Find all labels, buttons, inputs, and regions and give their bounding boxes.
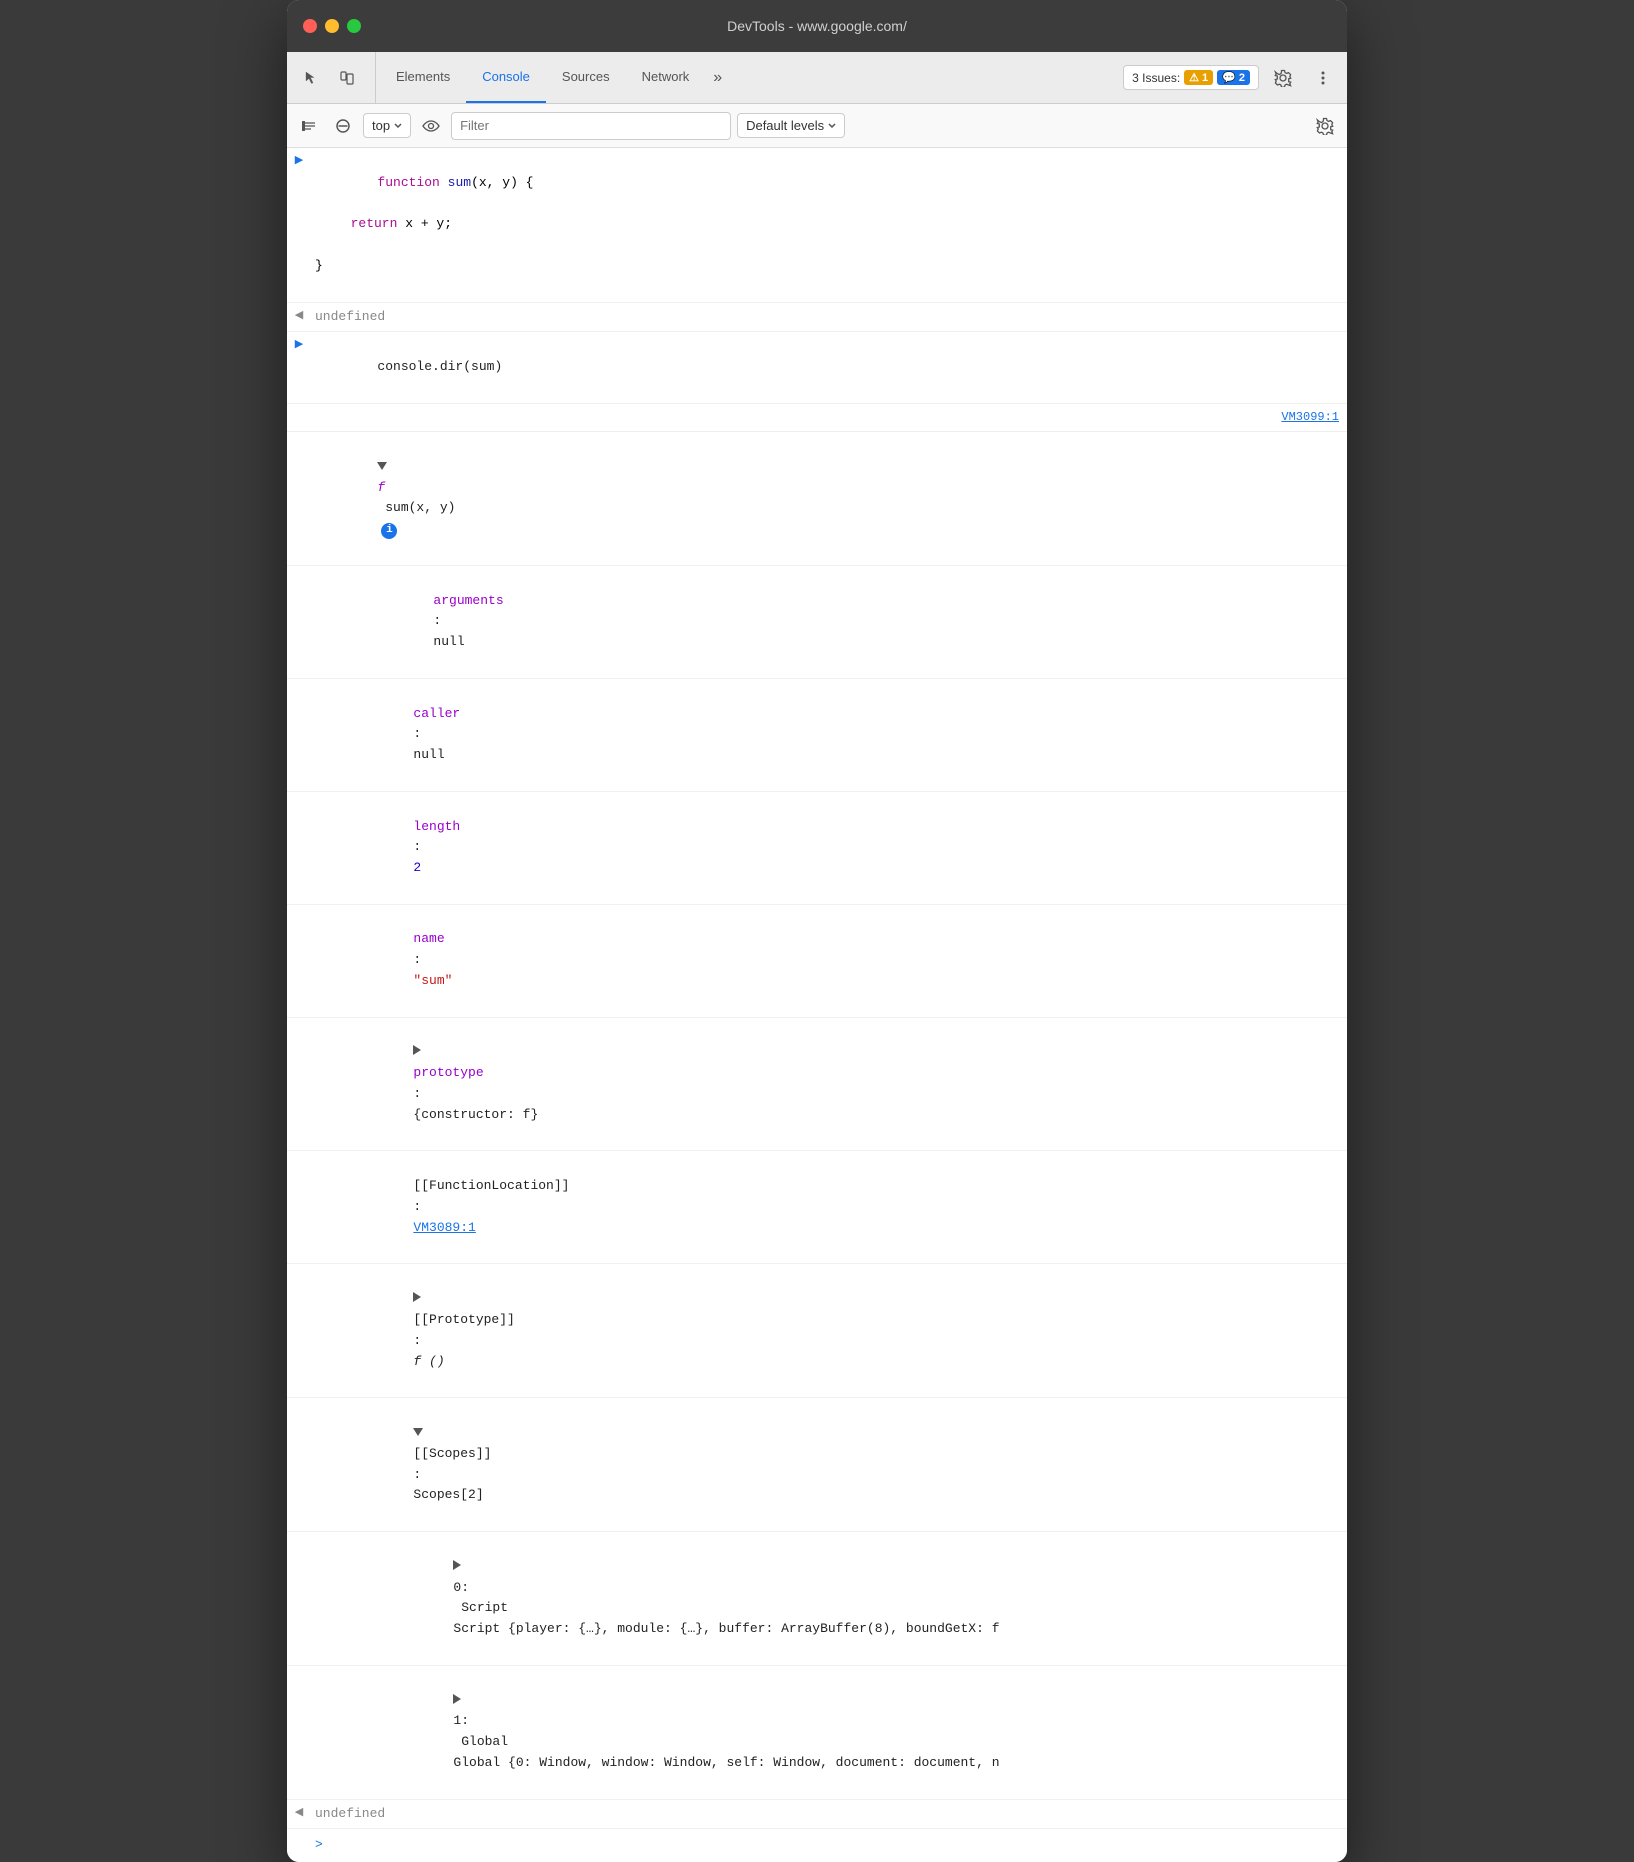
expand-proto2-icon[interactable] — [413, 1292, 421, 1302]
scope0-content: 0: Script Script {player: {…}, module: {… — [311, 1534, 1347, 1663]
name-content: name : "sum" — [311, 907, 1347, 1015]
warning-badge: ⚠ 1 — [1184, 70, 1213, 85]
vm-source-link[interactable]: VM3099:1 — [1273, 406, 1347, 429]
console-row-name: name : "sum" — [287, 905, 1347, 1018]
info-badge-icon[interactable]: i — [381, 523, 397, 539]
console-row-undefined-2: ◀ undefined — [287, 1800, 1347, 1830]
tab-elements[interactable]: Elements — [380, 52, 466, 103]
settings-button[interactable] — [1267, 62, 1299, 94]
tabbar-icons — [295, 52, 376, 103]
traffic-lights — [303, 19, 361, 33]
arguments-content: arguments : null — [331, 568, 1347, 676]
console-prompt[interactable]: > — [311, 1831, 331, 1860]
tab-network[interactable]: Network — [626, 52, 706, 103]
undefined-1-content: undefined — [311, 305, 1347, 330]
clear-icon — [301, 118, 317, 134]
log-level-selector[interactable]: Default levels — [737, 113, 845, 138]
console-content: ▶ function sum(x, y) { return x + y; } ◀… — [287, 148, 1347, 1862]
tabbar: Elements Console Sources Network » 3 Iss… — [287, 52, 1347, 104]
expand-scope1-icon[interactable] — [453, 1694, 461, 1704]
console-row-undefined-1: ◀ undefined — [287, 303, 1347, 333]
console-row-function-def: ▶ function sum(x, y) { return x + y; } — [287, 148, 1347, 303]
filter-input[interactable] — [451, 112, 731, 140]
console-row-dir: ▶ console.dir(sum) — [287, 332, 1347, 403]
scope1-content: 1: Global Global {0: Window, window: Win… — [311, 1668, 1347, 1797]
console-settings-button[interactable] — [1311, 112, 1339, 140]
info-badge: 💬 2 — [1217, 70, 1250, 85]
expand-scope0-icon[interactable] — [453, 1560, 461, 1570]
scopes-content: [[Scopes]] : Scopes[2] — [311, 1400, 1347, 1529]
context-selector[interactable]: top — [363, 113, 411, 138]
no-entry-button[interactable] — [329, 112, 357, 140]
length-content: length : 2 — [311, 794, 1347, 902]
undefined-2-content: undefined — [311, 1802, 1347, 1827]
fn-location-content: [[FunctionLocation]] : VM3089:1 — [311, 1153, 1347, 1261]
console-row-fn-location: [[FunctionLocation]] : VM3089:1 — [287, 1151, 1347, 1264]
more-options-button[interactable] — [1307, 62, 1339, 94]
gear-icon — [1274, 69, 1292, 87]
return-indicator: ◀ — [287, 305, 311, 326]
three-dots-icon — [1321, 70, 1325, 86]
console-toolbar: top Default levels — [287, 104, 1347, 148]
chevron-down-icon — [394, 123, 402, 129]
console-row-vm3099: VM3099:1 — [287, 404, 1347, 432]
expand-indicator[interactable]: ▶ — [287, 150, 311, 171]
maximize-button[interactable] — [347, 19, 361, 33]
collapse-scopes-icon[interactable] — [413, 1428, 423, 1436]
tab-sources[interactable]: Sources — [546, 52, 626, 103]
console-row-prototype: prototype : {constructor: f} — [287, 1018, 1347, 1152]
devtools-window: DevTools - www.google.com/ Elements Cons… — [287, 0, 1347, 1862]
dir-indicator[interactable]: ▶ — [287, 334, 311, 355]
issues-badge[interactable]: 3 Issues: ⚠ 1 💬 2 — [1123, 65, 1259, 90]
levels-chevron-icon — [828, 123, 836, 129]
cursor-icon — [303, 70, 319, 86]
console-row-length: length : 2 — [287, 792, 1347, 905]
collapse-fn-icon[interactable] — [377, 462, 387, 470]
console-row-scopes: [[Scopes]] : Scopes[2] — [287, 1398, 1347, 1532]
console-row-scope0: 0: Script Script {player: {…}, module: {… — [287, 1532, 1347, 1666]
mobile-icon — [339, 70, 355, 86]
device-toolbar-button[interactable] — [331, 62, 363, 94]
close-button[interactable] — [303, 19, 317, 33]
fn-header-content: f sum(x, y) i — [311, 434, 1347, 563]
caller-content: caller : null — [311, 681, 1347, 789]
console-row-prototype2: [[Prototype]] : f () — [287, 1264, 1347, 1398]
block-icon — [335, 118, 351, 134]
eye-button[interactable] — [417, 112, 445, 140]
tab-console[interactable]: Console — [466, 52, 546, 103]
more-tabs-button[interactable]: » — [705, 52, 730, 103]
fn-location-link[interactable]: VM3089:1 — [413, 1220, 475, 1235]
console-row-fn-header: f sum(x, y) i — [287, 432, 1347, 566]
clear-console-button[interactable] — [295, 112, 323, 140]
eye-icon — [422, 119, 440, 133]
prototype-content: prototype : {constructor: f} — [311, 1020, 1347, 1149]
window-title: DevTools - www.google.com/ — [727, 18, 907, 34]
dir-content: console.dir(sum) — [311, 334, 1347, 400]
titlebar: DevTools - www.google.com/ — [287, 0, 1347, 52]
minimize-button[interactable] — [325, 19, 339, 33]
console-row-scope1: 1: Global Global {0: Window, window: Win… — [287, 1666, 1347, 1800]
prototype2-content: [[Prototype]] : f () — [311, 1266, 1347, 1395]
console-row-caller: caller : null — [287, 679, 1347, 792]
expand-prototype-icon[interactable] — [413, 1045, 421, 1055]
tabbar-right: 3 Issues: ⚠ 1 💬 2 — [1123, 52, 1339, 103]
console-row-prompt[interactable]: > — [287, 1829, 1347, 1862]
console-row-arguments: arguments : null — [287, 566, 1347, 679]
inspect-element-button[interactable] — [295, 62, 327, 94]
settings-icon — [1316, 117, 1334, 135]
function-def-content: function sum(x, y) { return x + y; } — [311, 150, 1347, 300]
